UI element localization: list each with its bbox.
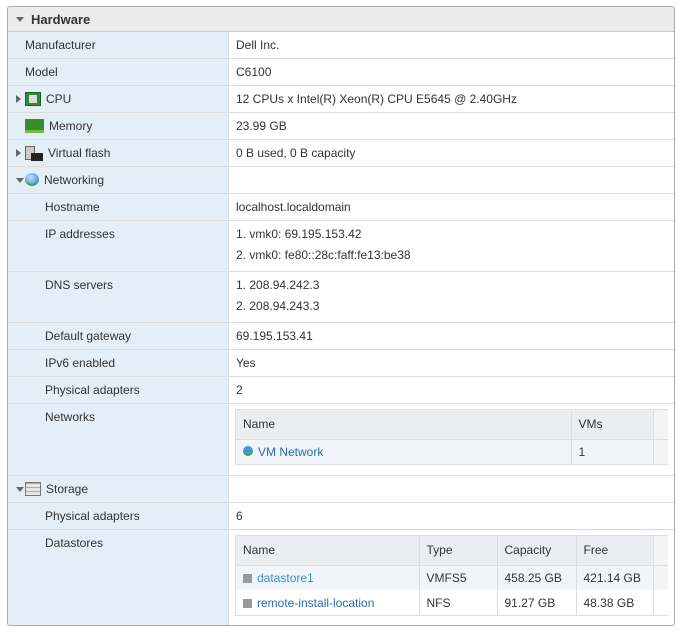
col-type[interactable]: Type <box>419 536 498 566</box>
panel-title: Hardware <box>31 11 91 27</box>
row-hostname: Hostname localhost.localdomain <box>8 194 674 221</box>
label: Virtual flash <box>48 146 111 160</box>
label: Physical adapters <box>8 377 229 403</box>
label: Physical adapters <box>8 503 229 529</box>
datastore-icon <box>243 598 252 608</box>
value: 6 <box>236 509 243 523</box>
row-virtual-flash[interactable]: Virtual flash 0 B used, 0 B capacity <box>8 140 674 167</box>
expand-icon[interactable] <box>13 92 25 106</box>
type-cell: VMFS5 <box>419 565 498 590</box>
hardware-panel: Hardware Manufacturer Dell Inc. Model C610… <box>7 6 675 626</box>
hardware-header[interactable]: Hardware <box>8 7 674 32</box>
label: Datastores <box>8 530 229 625</box>
capacity-cell: 91.27 GB <box>497 590 577 615</box>
value: Yes <box>236 356 256 370</box>
network-icon <box>243 445 253 456</box>
row-networks: Networks Name VMs VM Network 1 <box>8 404 674 476</box>
value: 12 CPUs x Intel(R) Xeon(R) CPU E5645 @ 2… <box>236 92 517 106</box>
expand-icon[interactable] <box>13 146 25 160</box>
value: localhost.localdomain <box>236 200 351 214</box>
capacity-cell: 458.25 GB <box>497 565 577 590</box>
row-net-physical-adapters: Physical adapters 2 <box>8 377 674 404</box>
label: IPv6 enabled <box>8 350 229 376</box>
row-default-gateway: Default gateway 69.195.153.41 <box>8 323 674 350</box>
value: C6100 <box>236 65 272 79</box>
label: CPU <box>46 92 72 106</box>
col-capacity[interactable]: Capacity <box>497 536 577 566</box>
table-row[interactable]: VM Network 1 <box>236 439 668 464</box>
datastore-link[interactable]: datastore1 <box>257 571 314 585</box>
row-datastores: Datastores Name Type Capacity Free datastor… <box>8 530 674 625</box>
row-model: Model C6100 <box>8 59 674 86</box>
value: Dell Inc. <box>236 38 280 52</box>
dns-server: 1. 208.94.242.3 <box>236 278 320 292</box>
col-name[interactable]: Name <box>236 536 420 566</box>
collapse-icon[interactable] <box>16 16 24 22</box>
collapse-icon[interactable] <box>13 173 25 187</box>
label: Storage <box>46 482 89 496</box>
row-networking[interactable]: Networking <box>8 167 674 194</box>
value: 69.195.153.41 <box>236 329 313 343</box>
networks-table: Name VMs VM Network 1 <box>235 409 668 465</box>
network-link[interactable]: VM Network <box>258 445 323 459</box>
vms-cell: 1 <box>571 439 654 464</box>
datastores-table: Name Type Capacity Free datastore1 VMFS5 458.… <box>235 535 668 616</box>
col-name[interactable]: Name <box>236 410 572 440</box>
row-memory: Memory 23.99 GB <box>8 113 674 140</box>
label: Hostname <box>8 194 229 220</box>
table-row[interactable]: datastore1 VMFS5 458.25 GB 421.14 GB <box>236 565 668 590</box>
row-manufacturer: Manufacturer Dell Inc. <box>8 32 674 59</box>
row-storage[interactable]: Storage <box>8 476 674 503</box>
cpu-icon <box>25 92 41 106</box>
memory-icon <box>25 119 44 133</box>
label: Manufacturer <box>8 32 229 58</box>
flash-icon <box>25 146 43 161</box>
value: 23.99 GB <box>236 119 287 133</box>
value: 0 B used, 0 B capacity <box>236 146 356 160</box>
datastore-icon <box>243 573 252 583</box>
type-cell: NFS <box>419 590 498 615</box>
label: Model <box>8 59 229 85</box>
storage-icon <box>25 482 41 496</box>
label: Networks <box>8 404 229 475</box>
label: IP addresses <box>8 221 229 271</box>
col-free[interactable]: Free <box>576 536 654 566</box>
col-vms[interactable]: VMs <box>571 410 654 440</box>
row-ipv6: IPv6 enabled Yes <box>8 350 674 377</box>
dns-server: 2. 208.94.243.3 <box>236 299 320 313</box>
free-cell: 48.38 GB <box>576 590 654 615</box>
table-row[interactable]: remote-install-location NFS 91.27 GB 48.38 … <box>236 590 668 615</box>
ip-address: 2. vmk0: fe80::28c:faff:fe13:be38 <box>236 248 411 262</box>
label: Default gateway <box>8 323 229 349</box>
ip-address: 1. vmk0: 69.195.153.42 <box>236 227 362 241</box>
free-cell: 421.14 GB <box>576 565 654 590</box>
datastore-link[interactable]: remote-install-location <box>257 596 374 610</box>
row-storage-physical-adapters: Physical adapters 6 <box>8 503 674 530</box>
row-ip-addresses: IP addresses 1. vmk0: 69.195.153.42 2. vmk… <box>8 221 674 272</box>
label: DNS servers <box>8 272 229 322</box>
network-icon <box>25 173 39 186</box>
row-cpu[interactable]: CPU 12 CPUs x Intel(R) Xeon(R) CPU E5645 … <box>8 86 674 113</box>
label: Memory <box>49 119 93 133</box>
row-dns-servers: DNS servers 1. 208.94.242.3 2. 208.94.243.… <box>8 272 674 323</box>
label: Networking <box>44 173 105 187</box>
value: 2 <box>236 383 243 397</box>
collapse-icon[interactable] <box>13 482 25 496</box>
